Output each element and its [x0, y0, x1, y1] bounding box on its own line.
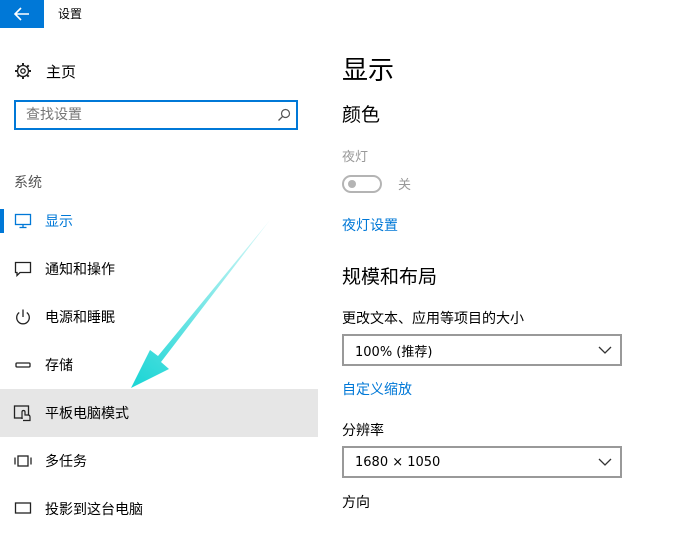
sidebar: 主页 系统 显示 通知和操作 — [0, 28, 318, 518]
storage-icon — [12, 354, 34, 376]
resolution-value: 1680 × 1050 — [355, 454, 441, 470]
search-input[interactable] — [24, 102, 272, 128]
orientation-label: 方向 — [342, 495, 370, 511]
night-light-toggle[interactable] — [342, 174, 382, 193]
home-link[interactable]: 主页 — [14, 60, 76, 82]
page-title: 显示 — [342, 56, 395, 86]
search-icon[interactable] — [272, 103, 296, 127]
sidebar-item-label: 多任务 — [45, 454, 87, 470]
color-heading: 颜色 — [342, 104, 381, 126]
scale-label: 更改文本、应用等项目的大小 — [342, 311, 524, 327]
sidebar-item-notifications[interactable]: 通知和操作 — [0, 245, 318, 293]
tablet-mode-icon — [12, 402, 34, 424]
toggle-state-label: 关 — [398, 178, 412, 193]
sidebar-item-projecting[interactable]: 投影到这台电脑 — [0, 485, 318, 533]
night-light-settings-link[interactable]: 夜灯设置 — [342, 215, 398, 235]
title-bar: 设置 — [0, 0, 695, 28]
sidebar-item-display[interactable]: 显示 — [0, 197, 318, 245]
monitor-icon — [12, 210, 34, 232]
window-title: 设置 — [58, 7, 83, 21]
sidebar-item-label: 电源和睡眠 — [45, 310, 115, 326]
sidebar-item-tablet-mode[interactable]: 平板电脑模式 — [0, 389, 318, 437]
scale-dropdown[interactable]: 100% (推荐) — [342, 334, 622, 366]
active-indicator — [0, 209, 4, 233]
scale-value: 100% (推荐) — [355, 344, 433, 360]
sidebar-item-storage[interactable]: 存储 — [0, 341, 318, 389]
back-button[interactable] — [0, 0, 44, 28]
chevron-down-icon — [590, 448, 620, 476]
projecting-icon — [12, 498, 34, 520]
chevron-down-icon — [590, 336, 620, 364]
sidebar-item-label: 平板电脑模式 — [45, 406, 129, 422]
multitask-icon — [12, 450, 34, 472]
scale-layout-heading: 规模和布局 — [342, 266, 438, 288]
notification-icon — [12, 258, 34, 280]
sidebar-item-label: 显示 — [45, 214, 73, 230]
power-icon — [12, 306, 34, 328]
section-label-system: 系统 — [14, 175, 42, 191]
sidebar-item-power[interactable]: 电源和睡眠 — [0, 293, 318, 341]
search-box — [14, 100, 298, 130]
resolution-label: 分辨率 — [342, 423, 384, 439]
home-label: 主页 — [46, 62, 77, 81]
arrow-left-icon — [14, 7, 29, 21]
night-light-label: 夜灯 — [342, 150, 369, 165]
sidebar-item-label: 投影到这台电脑 — [45, 502, 143, 518]
gear-icon — [15, 63, 31, 79]
night-light-row: 关 — [342, 174, 411, 193]
toggle-knob — [348, 179, 356, 188]
sidebar-item-label: 存储 — [45, 358, 73, 374]
sidebar-item-label: 通知和操作 — [45, 262, 115, 278]
custom-scaling-link[interactable]: 自定义缩放 — [342, 379, 412, 399]
sidebar-item-multitasking[interactable]: 多任务 — [0, 437, 318, 485]
resolution-dropdown[interactable]: 1680 × 1050 — [342, 446, 622, 478]
